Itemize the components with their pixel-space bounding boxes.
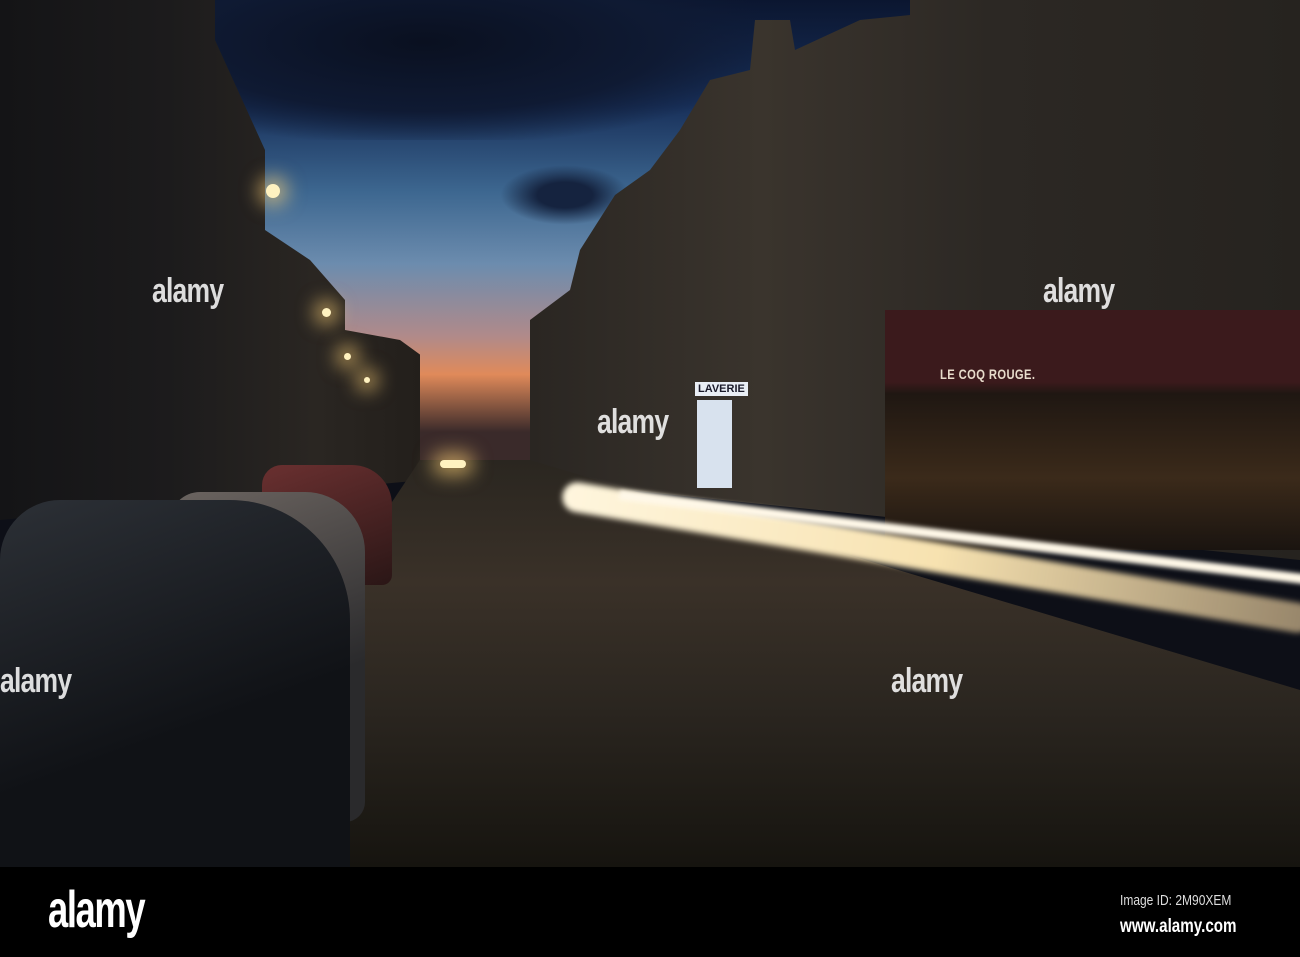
laundry-sign: LAVERIE <box>695 382 748 396</box>
street-lamp <box>364 377 370 383</box>
image-id: Image ID: 2M90XEM <box>1120 892 1232 909</box>
watermark: alamy <box>0 662 72 700</box>
street-lamp <box>322 308 331 317</box>
laundry-window <box>697 400 732 488</box>
headlights <box>440 460 466 468</box>
watermark: alamy <box>597 403 669 441</box>
cafe-sign: LE COQ ROUGE. <box>940 366 1036 382</box>
street-photo: LE COQ ROUGE. LAVERIE alamy alamy alamy … <box>0 0 1300 867</box>
watermark: alamy <box>891 662 963 700</box>
watermark: alamy <box>1043 272 1115 310</box>
watermark: alamy <box>152 272 224 310</box>
website-link: www.alamy.com <box>1120 916 1237 937</box>
street-lamp <box>344 353 351 360</box>
cloud <box>200 0 760 140</box>
footer-bar <box>0 867 1300 957</box>
alamy-logo: alamy <box>48 881 146 939</box>
street-lamp <box>266 184 280 198</box>
cafe-storefront <box>885 310 1300 550</box>
